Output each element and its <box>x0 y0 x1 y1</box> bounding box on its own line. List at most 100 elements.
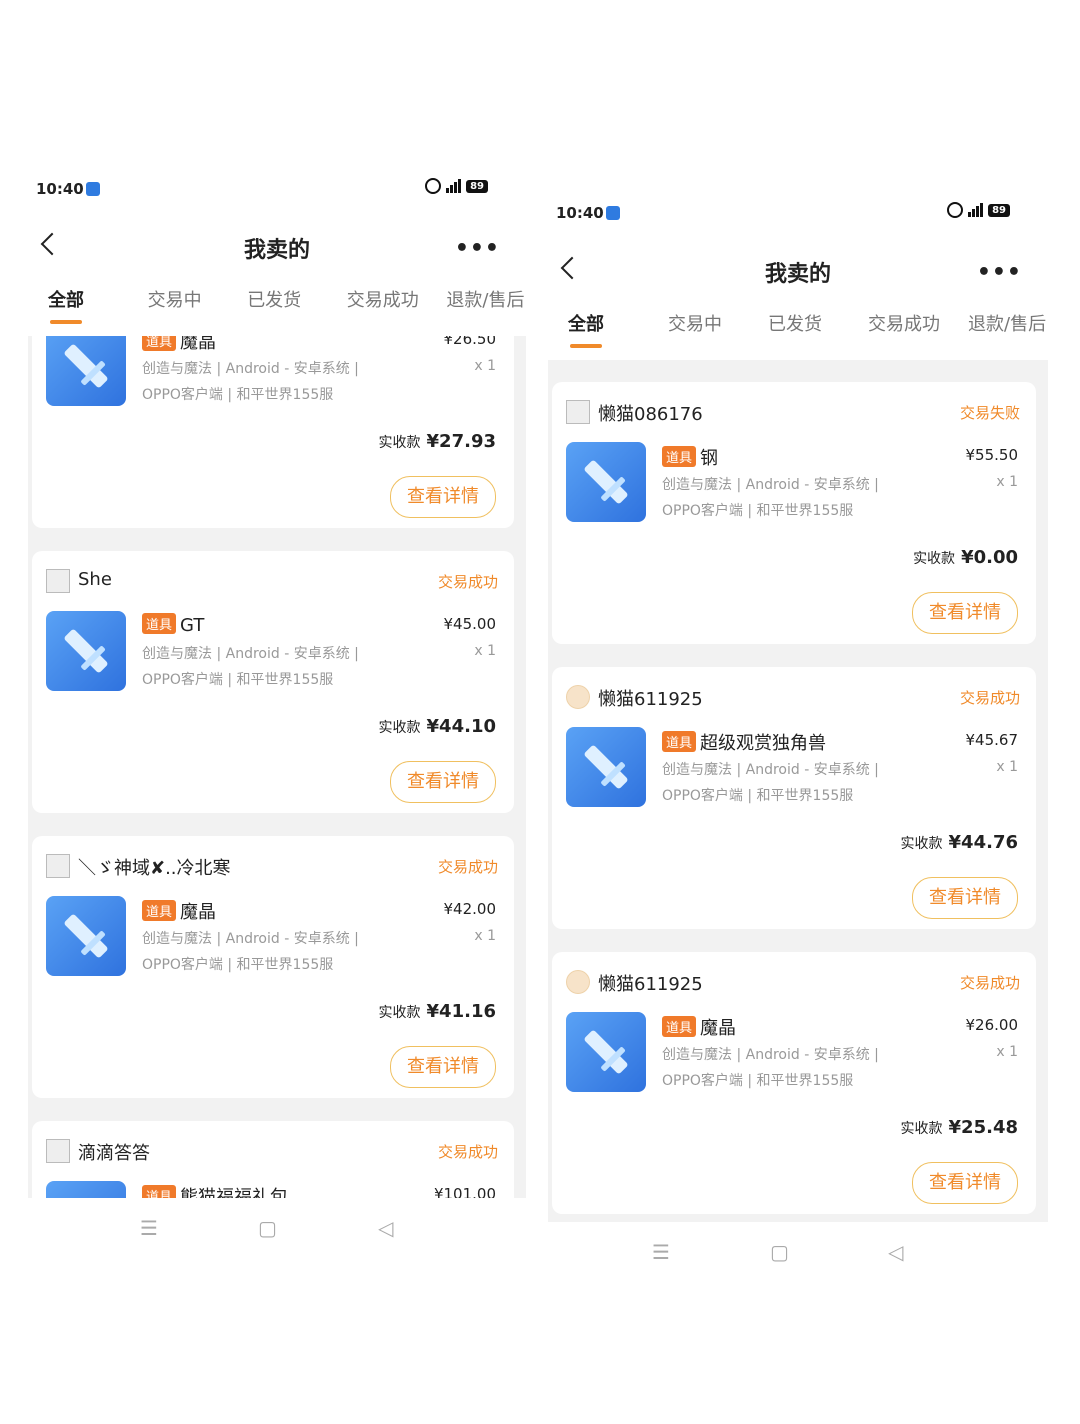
item-price: ¥42.00 <box>443 900 497 918</box>
item-tag: 道具 <box>662 1016 697 1037</box>
item-tag: 道具 <box>662 731 697 752</box>
view-detail-button[interactable]: 查看详情 <box>912 877 1018 919</box>
tab-all[interactable]: 全部 <box>28 286 128 336</box>
item-name: 道具 魔晶 <box>142 898 216 924</box>
item-name: 道具钢 <box>662 444 718 470</box>
sword-icon <box>583 1029 629 1075</box>
item-meta-server: OPPO客户端 | 和平世界155服 <box>142 387 334 403</box>
right-screenshot: 10:40 89 我卖的 ••• 全部 交易中 已发货 交易成功 退款/售后 懒… <box>548 192 1048 1292</box>
tab-all[interactable]: 全部 <box>548 310 648 360</box>
seller-name: 滴滴答答 <box>78 1143 150 1164</box>
seller-avatar <box>46 854 70 878</box>
signal-icon <box>446 179 462 193</box>
order-status: 交易成功 <box>959 689 1020 707</box>
item-thumbnail <box>566 727 646 807</box>
left-screenshot: 10:40 89 我卖的 ••• 全部 交易中 已发货 交易成功 退款/售后 道… <box>28 168 526 1268</box>
seller-avatar <box>566 400 590 424</box>
alarm-icon <box>947 202 964 218</box>
seller-name: ＼ゞ神域✘..冷北寒 <box>78 858 231 879</box>
item-meta-platform: 创造与魔法 | Android - 安卓系统 | <box>662 477 879 493</box>
order-tabs: 全部 交易中 已发货 交易成功 退款/售后 <box>548 310 1048 360</box>
item-price: ¥45.67 <box>965 731 1019 749</box>
menu-icon[interactable]: ☰ <box>140 1216 158 1240</box>
menu-icon[interactable]: ☰ <box>652 1240 670 1264</box>
item-price: ¥55.50 <box>965 446 1019 464</box>
seller-name: 懒猫611925 <box>598 974 703 995</box>
order-card: She 交易成功 道具 GT 创造与魔法 | Android - 安卓系统 | OP… <box>32 551 514 813</box>
battery-indicator: 89 <box>466 179 488 193</box>
tab-success[interactable]: 交易成功 <box>848 310 948 360</box>
item-name: 道具 魔晶 <box>662 1014 736 1040</box>
item-qty: x 1 <box>996 474 1018 490</box>
view-detail-button[interactable]: 查看详情 <box>390 761 496 803</box>
item-name: 道具 魔晶 <box>142 336 216 354</box>
order-status: 交易成功 <box>437 858 498 876</box>
home-icon[interactable]: ▢ <box>258 1216 277 1240</box>
sword-icon <box>63 343 109 389</box>
tab-success[interactable]: 交易成功 <box>327 286 427 336</box>
order-card: ＼ゞ神域✘..冷北寒 交易成功 道具 魔晶 创造与魔法 | Android - 安卓… <box>32 836 514 1098</box>
received-amount: 实收款 ¥44.10 <box>378 716 496 737</box>
tab-trading[interactable]: 交易中 <box>648 310 748 360</box>
sword-icon <box>583 744 629 790</box>
order-list: 懒猫086176 交易失败 道具钢 创造与魔法 | Android - 安卓系统 … <box>548 360 1048 1222</box>
sword-icon <box>63 628 109 674</box>
status-time: 10:40 <box>556 204 604 222</box>
seller-avatar <box>566 685 590 709</box>
order-card: 懒猫611925 交易成功 道具 超级观赏独角兽 创造与魔法 | Android -… <box>552 667 1036 929</box>
back-icon[interactable]: ◁ <box>888 1240 903 1264</box>
battery-indicator: 89 <box>988 203 1010 217</box>
item-qty: x 1 <box>996 1044 1018 1060</box>
received-amount: 实收款 ¥44.76 <box>900 832 1018 853</box>
order-card: 懒猫086176 交易失败 道具钢 创造与魔法 | Android - 安卓系统 … <box>552 382 1036 644</box>
order-card: 滴滴答答 交易成功 道具 熊猫福福礼包 ¥101.00 <box>32 1121 514 1198</box>
view-detail-button[interactable]: 查看详情 <box>912 592 1018 634</box>
item-tag: 道具 <box>142 613 177 634</box>
system-nav-bar: ☰ ▢ ◁ <box>28 1198 526 1268</box>
received-amount: 实收款 ¥25.48 <box>900 1117 1018 1138</box>
seller-avatar <box>46 1139 70 1163</box>
received-amount: 实收款 ¥0.00 <box>913 547 1018 568</box>
order-list: 道具 魔晶 创造与魔法 | Android - 安卓系统 | OPPO客户端 | … <box>28 336 526 1198</box>
item-name: 道具 GT <box>142 613 204 636</box>
sword-icon <box>63 913 109 959</box>
item-thumbnail <box>46 611 126 691</box>
tab-refund[interactable]: 退款/售后 <box>426 286 526 336</box>
signal-icon <box>968 203 984 217</box>
nav-bar: 我卖的 ••• <box>548 240 1048 300</box>
item-qty: x 1 <box>474 643 496 659</box>
seller-avatar <box>566 970 590 994</box>
item-meta-platform: 创造与魔法 | Android - 安卓系统 | <box>142 361 359 377</box>
home-icon[interactable]: ▢ <box>770 1240 789 1264</box>
nav-bar: 我卖的 ••• <box>28 216 526 276</box>
order-status: 交易成功 <box>437 573 498 591</box>
tab-shipped[interactable]: 已发货 <box>748 310 848 360</box>
order-card: 道具 魔晶 创造与魔法 | Android - 安卓系统 | OPPO客户端 | … <box>32 336 514 528</box>
order-status: 交易成功 <box>437 1143 498 1161</box>
back-icon[interactable]: ◁ <box>378 1216 393 1240</box>
seller-avatar <box>46 569 70 593</box>
status-time: 10:40 <box>36 180 84 198</box>
tab-refund[interactable]: 退款/售后 <box>948 310 1048 360</box>
more-options-icon[interactable]: ••• <box>977 260 1022 285</box>
app-notification-icon <box>86 182 100 196</box>
item-price: ¥101.00 <box>433 1185 496 1198</box>
status-bar: 10:40 89 <box>556 202 1010 226</box>
tab-shipped[interactable]: 已发货 <box>227 286 327 336</box>
more-options-icon[interactable]: ••• <box>455 236 500 261</box>
order-status: 交易失败 <box>959 404 1020 422</box>
item-tag: 道具 <box>142 1185 177 1198</box>
item-thumbnail <box>46 336 126 406</box>
view-detail-button[interactable]: 查看详情 <box>390 476 496 518</box>
item-price: ¥26.50 <box>443 336 497 348</box>
system-nav-bar: ☰ ▢ ◁ <box>548 1222 1048 1292</box>
tab-trading[interactable]: 交易中 <box>128 286 228 336</box>
view-detail-button[interactable]: 查看详情 <box>390 1046 496 1088</box>
item-qty: x 1 <box>474 928 496 944</box>
seller-name: She <box>78 569 112 590</box>
seller-name: 懒猫611925 <box>598 689 703 710</box>
item-meta-platform: 创造与魔法 | Android - 安卓系统 | <box>142 646 359 662</box>
seller-name: 懒猫086176 <box>598 404 703 425</box>
view-detail-button[interactable]: 查看详情 <box>912 1162 1018 1204</box>
item-tag: 道具 <box>142 336 177 351</box>
